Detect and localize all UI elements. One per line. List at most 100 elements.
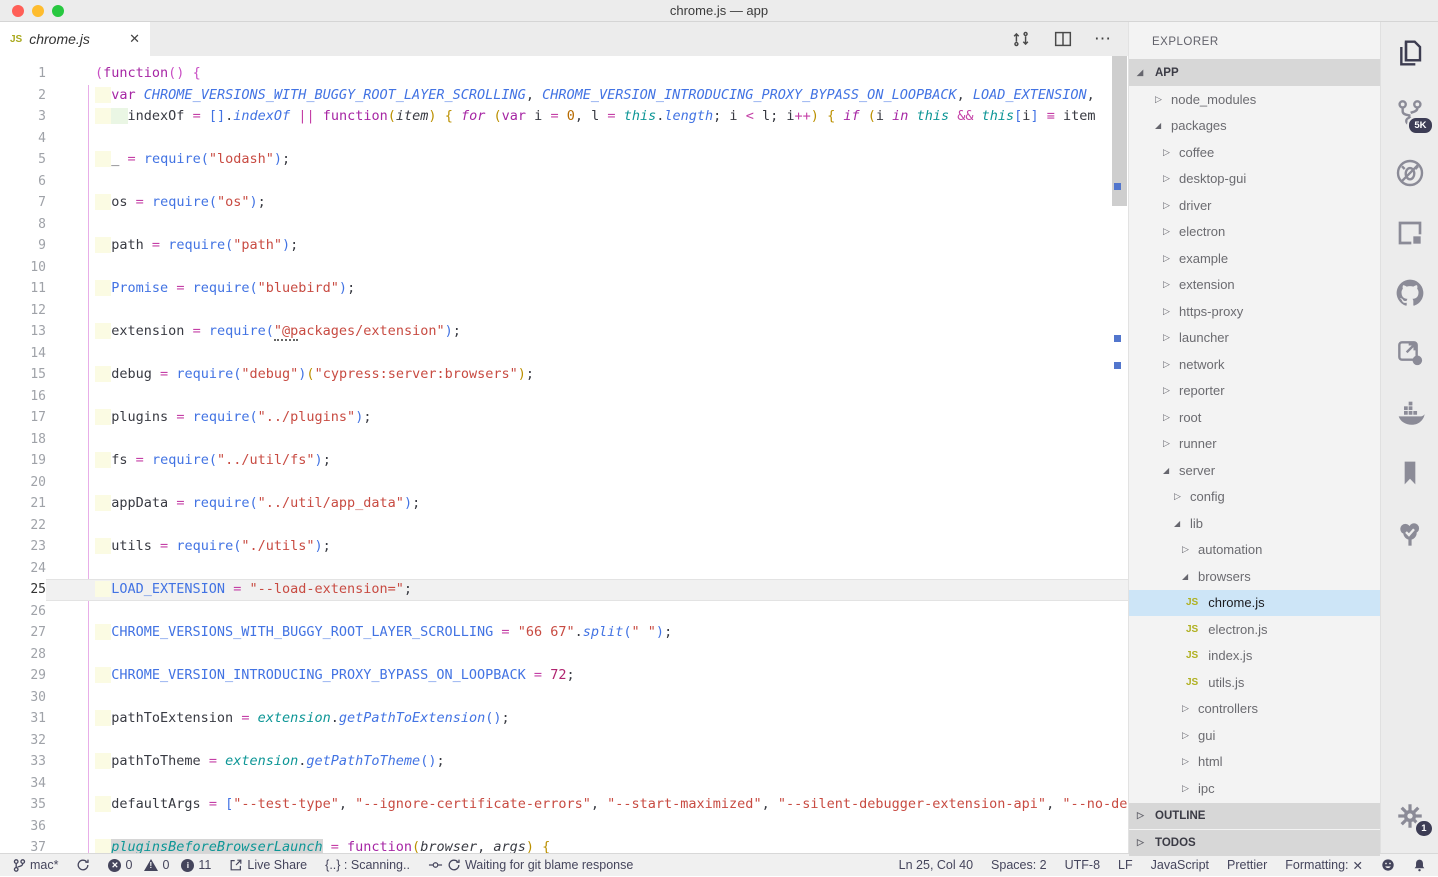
code-line[interactable]: 2 var CHROME_VERSIONS_WITH_BUGGY_ROOT_LA… [0,85,1128,107]
line-number[interactable]: 26 [0,601,46,623]
code-line[interactable]: 31 pathToExtension = extension.getPathTo… [0,708,1128,730]
chevron-collapsed-icon[interactable]: ▷ [1182,544,1194,555]
code-text[interactable]: pathToExtension = extension.getPathToExt… [78,708,1128,730]
code-text[interactable] [78,472,1128,494]
code-line[interactable]: 17 plugins = require("../plugins"); [0,407,1128,429]
code-text[interactable] [78,343,1128,365]
tree-folder-controllers[interactable]: ▷controllers [1129,696,1380,723]
code-text[interactable]: Promise = require("bluebird"); [78,278,1128,300]
tree-folder-node-modules[interactable]: ▷node_modules [1129,86,1380,113]
chevron-expanded-icon[interactable]: ◢ [1163,466,1175,475]
line-number[interactable]: 35 [0,794,46,816]
code-text[interactable] [78,601,1128,623]
code-line[interactable]: 7 os = require("os"); [0,192,1128,214]
close-window-button[interactable] [12,5,24,17]
chevron-collapsed-icon[interactable]: ▷ [1163,385,1175,396]
code-text[interactable] [78,773,1128,795]
code-line[interactable]: 1(function() { [0,63,1128,85]
code-line[interactable]: 27 CHROME_VERSIONS_WITH_BUGGY_ROOT_LAYER… [0,622,1128,644]
code-text[interactable] [78,687,1128,709]
code-line[interactable]: 19 fs = require("../util/fs"); [0,450,1128,472]
line-number[interactable]: 17 [0,407,46,429]
code-line[interactable]: 8 [0,214,1128,236]
chevron-collapsed-icon[interactable]: ▷ [1163,332,1175,343]
tree-folder-https-proxy[interactable]: ▷https-proxy [1129,298,1380,325]
line-number[interactable]: 12 [0,300,46,322]
tree-folder-runner[interactable]: ▷runner [1129,431,1380,458]
eol-setting[interactable]: LF [1118,858,1133,872]
code-line[interactable]: 21 appData = require("../util/app_data")… [0,493,1128,515]
git-branch-indicator[interactable]: mac* [12,858,58,873]
tree-folder-example[interactable]: ▷example [1129,245,1380,272]
tree-folder-reporter[interactable]: ▷reporter [1129,378,1380,405]
chevron-collapsed-icon[interactable]: ▷ [1155,94,1167,105]
tree-file-index-js[interactable]: JSindex.js [1129,643,1380,670]
tree-folder-driver[interactable]: ▷driver [1129,192,1380,219]
code-text[interactable] [78,257,1128,279]
line-number[interactable]: 22 [0,515,46,537]
code-text[interactable] [78,730,1128,752]
code-text[interactable] [78,644,1128,666]
chevron-collapsed-icon[interactable]: ▷ [1163,253,1175,264]
code-line[interactable]: 3 indexOf = [].indexOf || function(item)… [0,106,1128,128]
chevron-collapsed-icon[interactable]: ▷ [1163,412,1175,423]
tree-folder-server[interactable]: ◢server [1129,457,1380,484]
line-number[interactable]: 16 [0,386,46,408]
line-number[interactable]: 14 [0,343,46,365]
code-text[interactable]: var CHROME_VERSIONS_WITH_BUGGY_ROOT_LAYE… [78,85,1128,107]
sync-button[interactable] [76,858,90,872]
code-text[interactable]: pluginsBeforeBrowserLaunch = function(br… [78,837,1128,853]
live-share-icon[interactable] [1393,336,1427,370]
open-changes-icon[interactable] [1010,28,1032,50]
line-number[interactable]: 4 [0,128,46,150]
code-text[interactable] [78,515,1128,537]
gitlens-blame-indicator[interactable]: Waiting for git blame response [428,858,633,872]
chevron-collapsed-icon[interactable]: ▷ [1174,491,1186,502]
live-share-button[interactable]: Live Share [229,858,307,872]
tree-folder-browsers[interactable]: ◢browsers [1129,563,1380,590]
cursor-position[interactable]: Ln 25, Col 40 [899,858,973,872]
problems-indicator[interactable]: ✕ 0 ! 0 i 11 [108,858,211,872]
tree-folder-automation[interactable]: ▷automation [1129,537,1380,564]
tree-folder-ipc[interactable]: ▷ipc [1129,775,1380,802]
line-number[interactable]: 6 [0,171,46,193]
code-text[interactable] [78,128,1128,150]
code-line[interactable]: 14 [0,343,1128,365]
line-number[interactable]: 24 [0,558,46,580]
bookmarks-icon[interactable] [1393,456,1427,490]
tree-folder-packages[interactable]: ◢packages [1129,113,1380,140]
tree-folder-gui[interactable]: ▷gui [1129,722,1380,749]
code-line[interactable]: 6 [0,171,1128,193]
code-line[interactable]: 30 [0,687,1128,709]
tree-folder-config[interactable]: ▷config [1129,484,1380,511]
close-tab-icon[interactable]: ✕ [129,31,140,47]
window-icon[interactable] [1393,216,1427,250]
tree-folder-launcher[interactable]: ▷launcher [1129,325,1380,352]
tree-folder-electron[interactable]: ▷electron [1129,219,1380,246]
line-number[interactable]: 21 [0,493,46,515]
tree-file-utils-js[interactable]: JSutils.js [1129,669,1380,696]
code-text[interactable]: fs = require("../util/fs"); [78,450,1128,472]
tree-file-electron-js[interactable]: JSelectron.js [1129,616,1380,643]
tree-folder-html[interactable]: ▷html [1129,749,1380,776]
line-number[interactable]: 8 [0,214,46,236]
section-header-outline[interactable]: ▷ OUTLINE [1129,803,1380,829]
code-text[interactable]: CHROME_VERSIONS_WITH_BUGGY_ROOT_LAYER_SC… [78,622,1128,644]
code-line[interactable]: 35 defaultArgs = ["--test-type", "--igno… [0,794,1128,816]
feedback-smiley-button[interactable] [1381,858,1395,872]
line-number[interactable]: 18 [0,429,46,451]
tree-file-chrome-js[interactable]: JSchrome.js [1129,590,1380,617]
chevron-collapsed-icon[interactable]: ▷ [1163,438,1175,449]
line-number[interactable]: 30 [0,687,46,709]
code-text[interactable]: defaultArgs = ["--test-type", "--ignore-… [78,794,1128,816]
tab-chrome-js[interactable]: JS chrome.js ✕ [0,22,150,56]
code-line[interactable]: 23 utils = require("./utils"); [0,536,1128,558]
code-text[interactable]: path = require("path"); [78,235,1128,257]
code-text[interactable] [78,386,1128,408]
chevron-collapsed-icon[interactable]: ▷ [1163,147,1175,158]
language-mode[interactable]: JavaScript [1151,858,1209,872]
tree-folder-coffee[interactable]: ▷coffee [1129,139,1380,166]
line-number[interactable]: 25 [0,579,46,601]
line-number[interactable]: 36 [0,816,46,838]
chevron-collapsed-icon[interactable]: ▷ [1163,226,1175,237]
